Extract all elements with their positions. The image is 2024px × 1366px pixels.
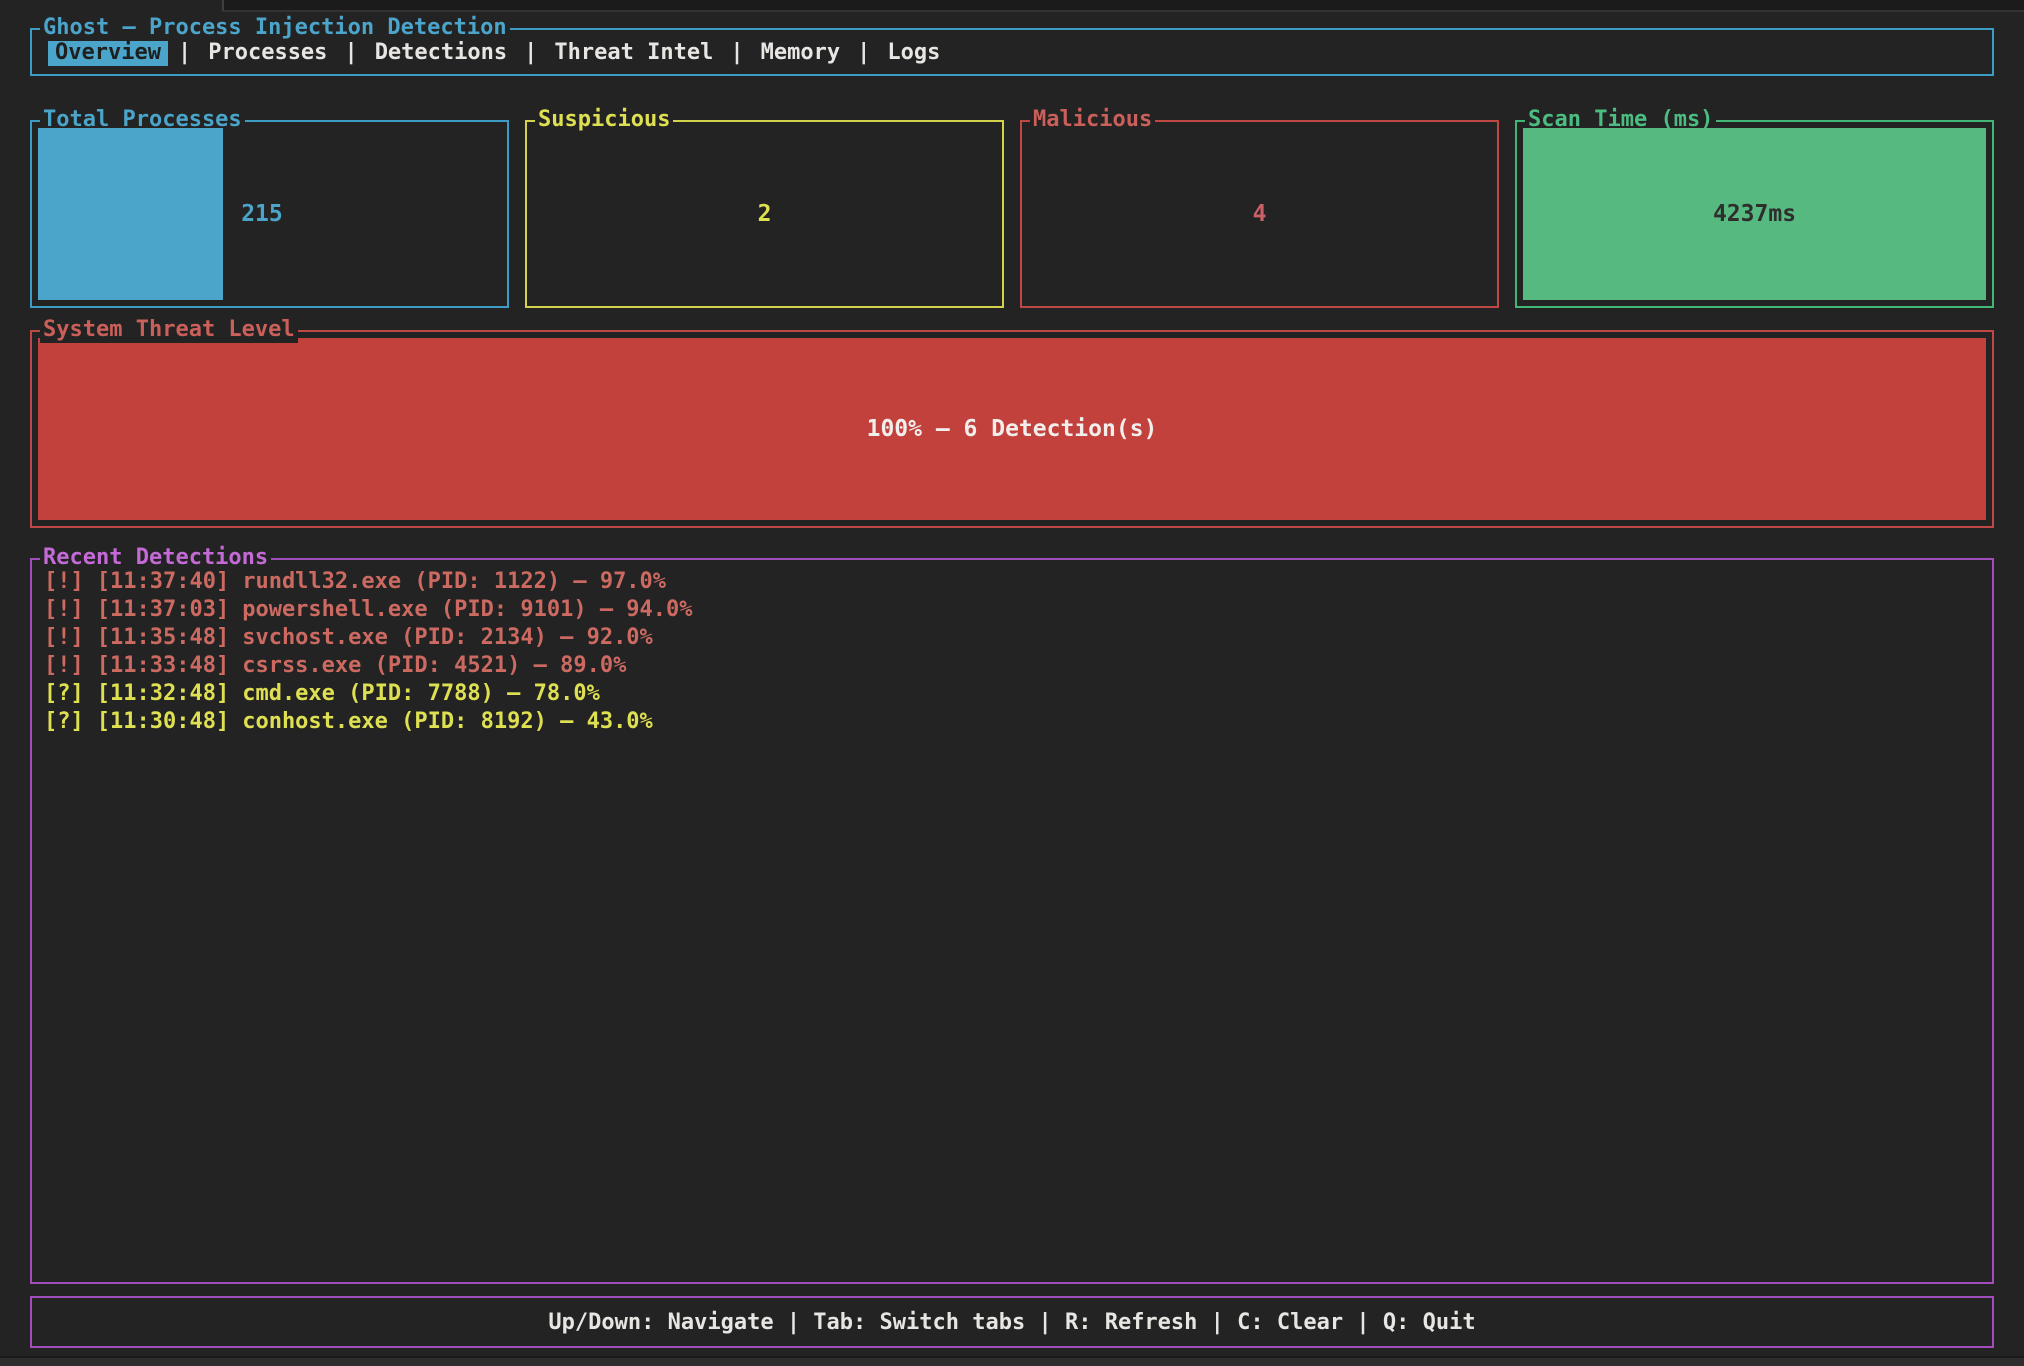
- stat-total-processes-body: 215: [32, 122, 507, 306]
- recent-detections-panel: Recent Detections [!][11:37:40]rundll32.…: [30, 558, 1994, 1284]
- detection-time: [11:32:48]: [97, 681, 229, 706]
- tab-memory[interactable]: Memory: [754, 39, 847, 66]
- stat-suspicious-value: 2: [758, 201, 772, 227]
- detection-text: cmd.exe (PID: 7788) — 78.0%: [242, 681, 600, 706]
- stat-total-processes-value: 215: [241, 201, 283, 227]
- detection-text: svchost.exe (PID: 2134) — 92.0%: [242, 625, 653, 650]
- detection-time: [11:33:48]: [97, 653, 229, 678]
- detection-marker: [?]: [44, 681, 84, 706]
- detection-row[interactable]: [!] [11:37:03] powershell.exe (PID: 9101) …: [44, 596, 1980, 624]
- detection-marker: [?]: [44, 709, 84, 734]
- detection-row[interactable]: [!] [11:37:40] rundll32.exe (PID: 1122) — …: [44, 568, 1980, 596]
- stat-scan-time: Scan Time (ms) 4237ms: [1515, 120, 1994, 308]
- scan-time-gauge: 4237ms: [1523, 128, 1986, 300]
- window-chrome-pane-edge: [222, 0, 2024, 12]
- detection-time: [11:37:40]: [97, 569, 229, 594]
- detection-time: [11:30:48]: [97, 709, 229, 734]
- detection-row[interactable]: [!] [11:35:48] svchost.exe (PID: 2134) — 9…: [44, 624, 1980, 652]
- app-title: Ghost — Process Injection Detection: [40, 15, 510, 41]
- stat-suspicious-body: 2: [527, 122, 1002, 306]
- help-bar: Up/Down: Navigate | Tab: Switch tabs | R…: [30, 1296, 1994, 1348]
- tab-logs[interactable]: Logs: [880, 39, 947, 66]
- tab-separator: |: [178, 40, 191, 65]
- detection-text: rundll32.exe (PID: 1122) — 97.0%: [242, 569, 666, 594]
- tabbar-panel: Ghost — Process Injection Detection Over…: [30, 28, 1994, 76]
- main-content: Ghost — Process Injection Detection Over…: [0, 14, 2024, 1348]
- tab-separator: |: [730, 40, 743, 65]
- detection-marker: [!]: [44, 597, 84, 622]
- tab-separator: |: [524, 40, 537, 65]
- threat-level-panel: System Threat Level 100% — 6 Detection(s…: [30, 330, 1994, 528]
- tab-separator: |: [857, 40, 870, 65]
- threat-level-label: System Threat Level: [40, 317, 298, 343]
- total-processes-gauge: [38, 128, 223, 300]
- tab-overview[interactable]: Overview: [48, 39, 168, 66]
- detection-row[interactable]: [?] [11:30:48] conhost.exe (PID: 8192) — 4…: [44, 708, 1980, 736]
- window-chrome-bottom-strip: [0, 1356, 2024, 1366]
- threat-level-gauge: 100% — 6 Detection(s): [38, 338, 1986, 520]
- tab-threat-intel[interactable]: Threat Intel: [547, 39, 720, 66]
- stat-scan-time-body: 4237ms: [1517, 122, 1992, 306]
- detection-time: [11:35:48]: [97, 625, 229, 650]
- stat-scan-time-value: 4237ms: [1713, 201, 1796, 227]
- stat-malicious: Malicious 4: [1020, 120, 1499, 308]
- tab-detections[interactable]: Detections: [368, 39, 514, 66]
- detection-row[interactable]: [?] [11:32:48] cmd.exe (PID: 7788) — 78.0%: [44, 680, 1980, 708]
- detection-row[interactable]: [!] [11:33:48] csrss.exe (PID: 4521) — 89.…: [44, 652, 1980, 680]
- detection-marker: [!]: [44, 625, 84, 650]
- detection-marker: [!]: [44, 653, 84, 678]
- help-bar-text: Up/Down: Navigate | Tab: Switch tabs | R…: [548, 1310, 1475, 1335]
- stats-row: Total Processes 215 Suspicious 2 Malicio…: [30, 120, 1994, 308]
- stat-suspicious: Suspicious 2: [525, 120, 1004, 308]
- window-chrome-strip: [0, 0, 2024, 14]
- detection-marker: [!]: [44, 569, 84, 594]
- recent-detections-label: Recent Detections: [40, 545, 271, 571]
- threat-level-text: 100% — 6 Detection(s): [867, 416, 1158, 442]
- detection-text: powershell.exe (PID: 9101) — 94.0%: [242, 597, 692, 622]
- tab-processes[interactable]: Processes: [201, 39, 334, 66]
- app-root: Ghost — Process Injection Detection Over…: [0, 0, 2024, 1366]
- stat-total-processes: Total Processes 215: [30, 120, 509, 308]
- detection-text: conhost.exe (PID: 8192) — 43.0%: [242, 709, 653, 734]
- detections-list: [!] [11:37:40] rundll32.exe (PID: 1122) — …: [44, 568, 1980, 736]
- tab-separator: |: [344, 40, 357, 65]
- detection-time: [11:37:03]: [97, 597, 229, 622]
- stat-malicious-body: 4: [1022, 122, 1497, 306]
- detection-text: csrss.exe (PID: 4521) — 89.0%: [242, 653, 626, 678]
- stat-malicious-value: 4: [1253, 201, 1267, 227]
